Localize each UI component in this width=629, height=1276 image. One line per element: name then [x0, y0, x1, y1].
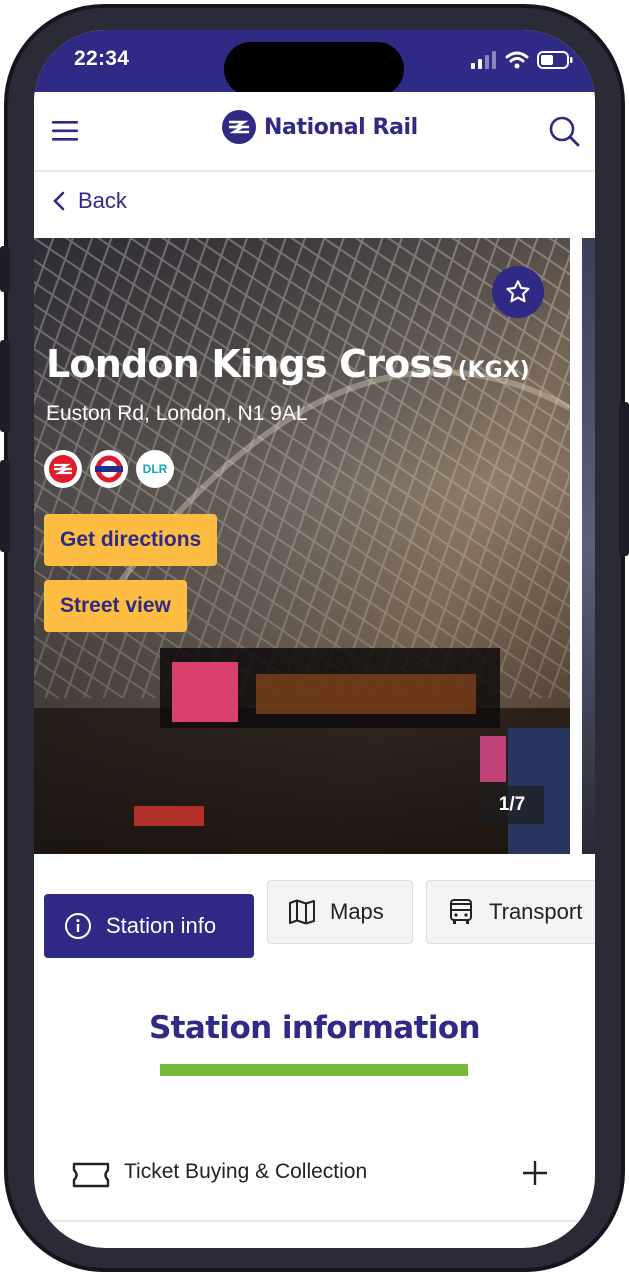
dlr-label: DLR — [142, 462, 168, 476]
section-title: Station information — [148, 1010, 481, 1046]
bus-icon — [450, 899, 472, 924]
map-icon — [289, 899, 315, 925]
star-icon — [506, 280, 530, 303]
next-photo-peek[interactable] — [582, 238, 595, 854]
tab-label: Maps — [330, 899, 384, 924]
ticket-icon — [72, 1162, 110, 1188]
photo-counter: 1/7 — [480, 786, 544, 824]
signal-icon — [471, 51, 496, 69]
info-icon — [65, 913, 91, 939]
station-name: London Kings Cross — [46, 342, 454, 386]
tab-maps[interactable]: Maps — [267, 880, 413, 944]
national-rail-logo-icon — [222, 110, 256, 144]
street-view-button[interactable]: Street view — [44, 580, 187, 632]
tab-label: Transport — [489, 899, 583, 924]
search-icon[interactable] — [547, 114, 581, 148]
phone-volume-down — [0, 460, 10, 552]
wifi-icon — [505, 51, 529, 69]
chevron-left-icon — [53, 191, 65, 211]
station-code: (KGX) — [457, 358, 530, 383]
back-label: Back — [78, 188, 127, 213]
brand-name: National Rail — [264, 114, 418, 140]
status-icons — [471, 50, 573, 70]
phone-power-button — [619, 402, 629, 556]
menu-icon[interactable] — [52, 120, 78, 142]
plus-icon[interactable] — [520, 1158, 550, 1188]
phone-volume-up — [0, 340, 10, 432]
status-time: 22:34 — [74, 47, 130, 70]
national-rail-service-icon — [44, 450, 82, 488]
section-underline — [160, 1064, 468, 1076]
service-icons: DLR — [44, 450, 174, 488]
phone-screen: 22:34 National Rail Back London Kings Cr… — [34, 30, 595, 1248]
accordion-item-ticket-buying[interactable]: Ticket Buying & Collection — [34, 1148, 579, 1222]
tab-transport[interactable]: Transport — [426, 880, 595, 944]
station-hero-image[interactable]: London Kings Cross (KGX) Euston Rd, Lond… — [34, 238, 570, 854]
underground-roundel-icon — [90, 450, 128, 488]
tab-label: Station info — [106, 913, 217, 938]
favourite-button[interactable] — [492, 266, 544, 318]
tab-station-info[interactable]: Station info — [44, 894, 254, 958]
station-title: London Kings Cross (KGX) — [46, 342, 530, 386]
accordion-label: Ticket Buying & Collection — [124, 1160, 368, 1183]
dlr-icon: DLR — [136, 450, 174, 488]
battery-icon — [537, 51, 573, 69]
app-header: National Rail — [34, 92, 595, 172]
phone-side-button — [0, 246, 10, 292]
station-tabs: Station info Maps Transport — [44, 880, 595, 960]
dynamic-island — [224, 42, 404, 96]
get-directions-button[interactable]: Get directions — [44, 514, 218, 566]
station-address: Euston Rd, London, N1 9AL — [46, 402, 308, 425]
back-button[interactable]: Back — [52, 188, 127, 214]
brand-logo[interactable]: National Rail — [222, 110, 418, 144]
status-bar: 22:34 — [34, 30, 595, 96]
